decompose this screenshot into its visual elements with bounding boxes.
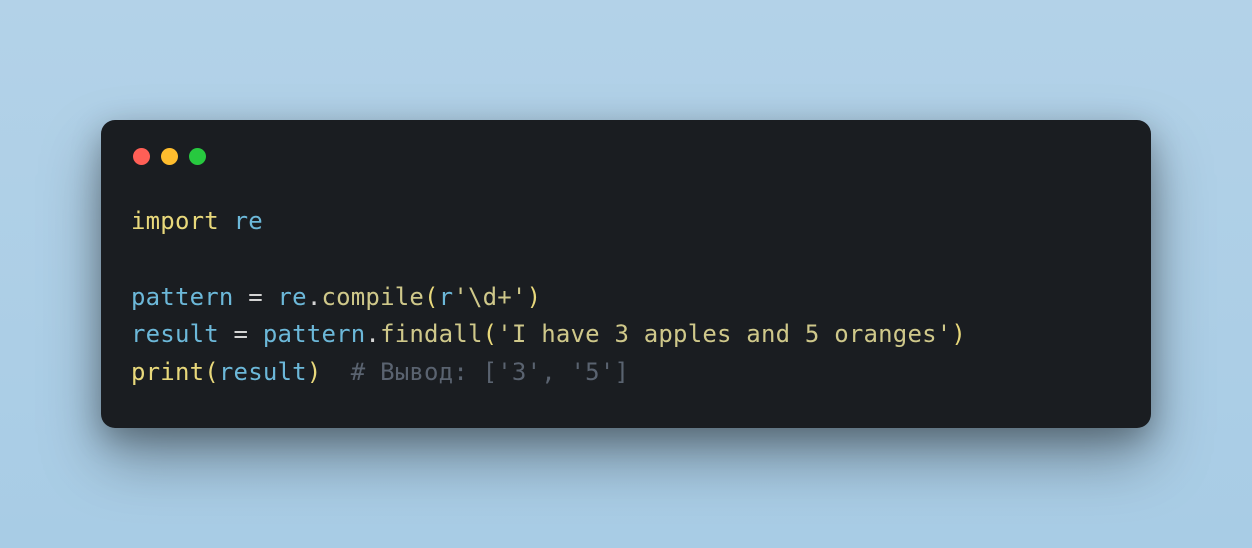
string-prefix: r [439, 283, 454, 311]
minimize-icon[interactable] [161, 148, 178, 165]
paren-open: ( [424, 283, 439, 311]
variable-result: result [131, 320, 219, 348]
object-pattern: pattern [263, 320, 366, 348]
code-block: import re pattern = re.compile(r'\d+') r… [131, 203, 1121, 393]
func-print: print [131, 358, 204, 386]
string-input: 'I have 3 apples and 5 oranges' [497, 320, 951, 348]
traffic-lights [131, 148, 1121, 165]
string-regex: '\d+' [453, 283, 526, 311]
method-findall: findall [380, 320, 483, 348]
object-re: re [278, 283, 307, 311]
paren-close: ) [951, 320, 966, 348]
comment-output: # Вывод: ['3', '5'] [351, 358, 629, 386]
arg-result: result [219, 358, 307, 386]
paren-close: ) [307, 358, 322, 386]
paren-open: ( [483, 320, 498, 348]
dot: . [365, 320, 380, 348]
close-icon[interactable] [133, 148, 150, 165]
keyword-import: import [131, 207, 219, 235]
paren-open: ( [204, 358, 219, 386]
paren-close: ) [527, 283, 542, 311]
spacing [321, 358, 350, 386]
module-name: re [234, 207, 263, 235]
maximize-icon[interactable] [189, 148, 206, 165]
dot: . [307, 283, 322, 311]
assign-op: = [234, 283, 278, 311]
assign-op: = [219, 320, 263, 348]
method-compile: compile [321, 283, 424, 311]
variable-pattern: pattern [131, 283, 234, 311]
code-window: import re pattern = re.compile(r'\d+') r… [101, 120, 1151, 429]
